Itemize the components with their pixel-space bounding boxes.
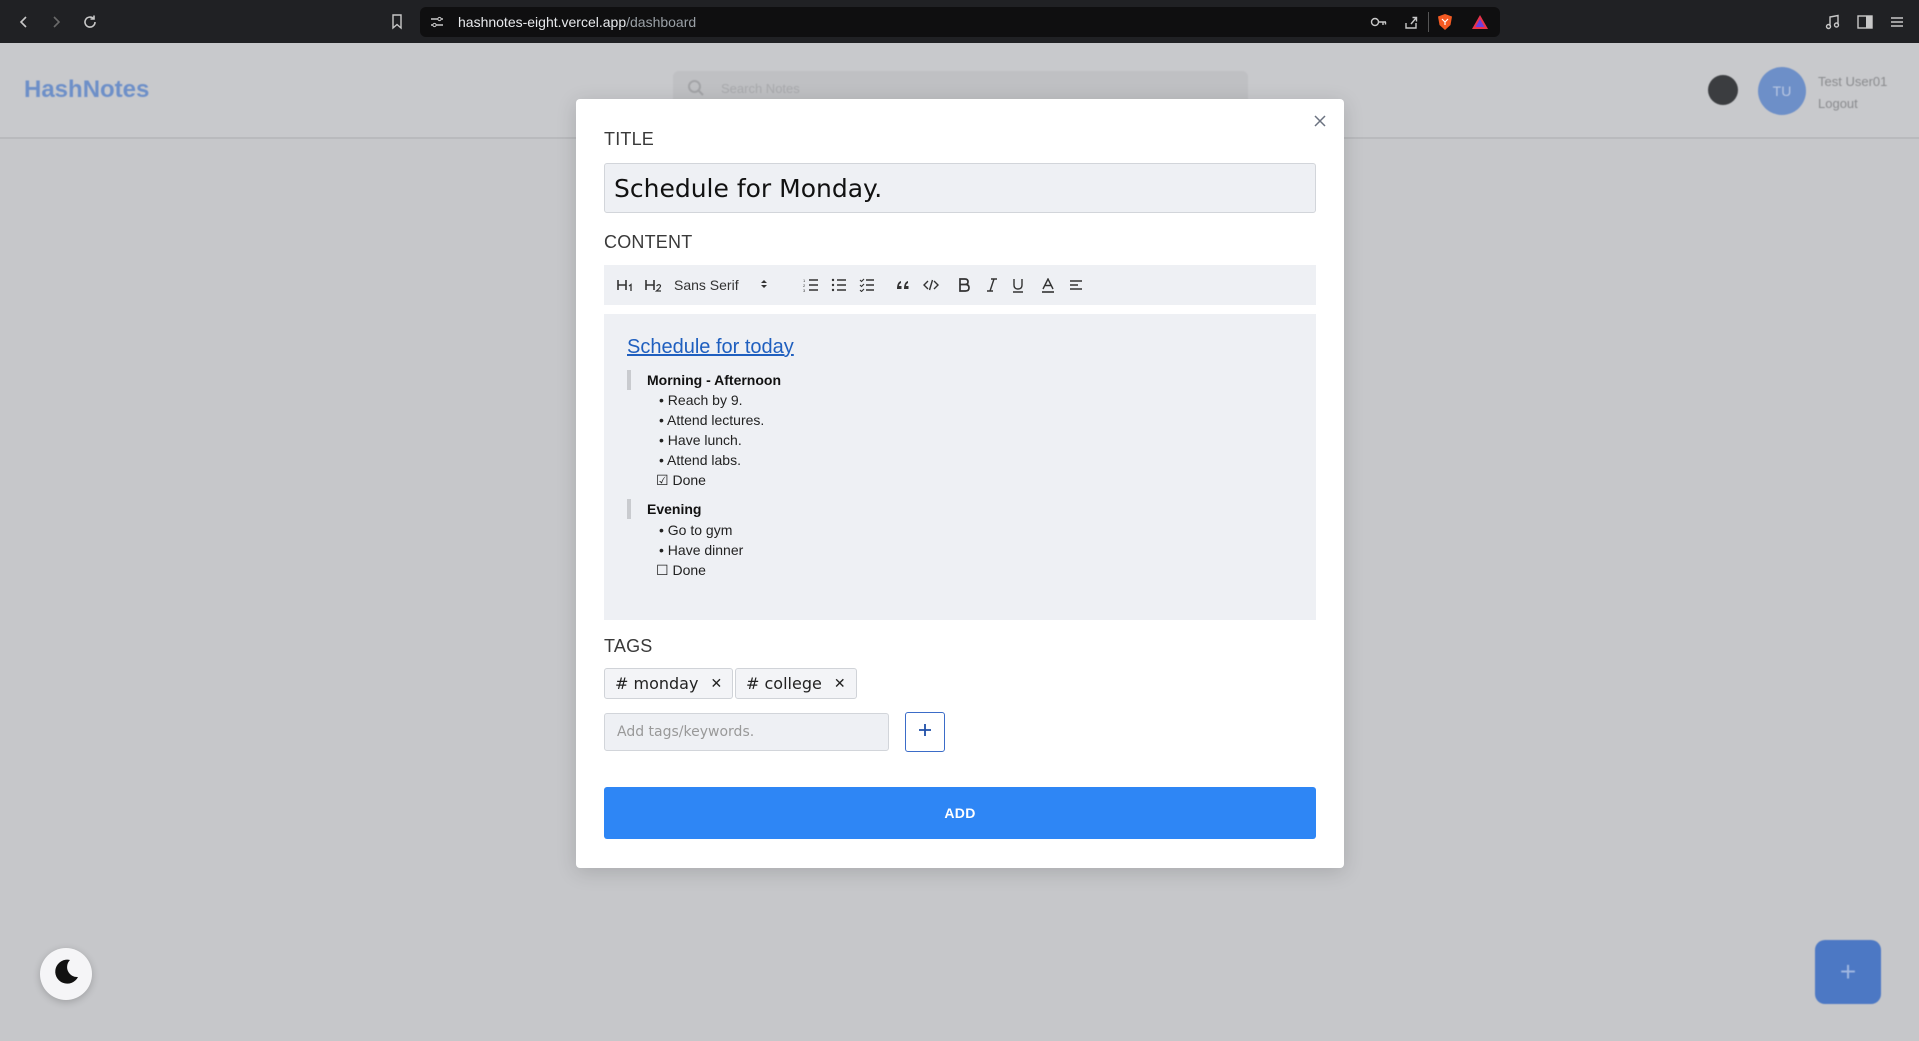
menu-icon[interactable] — [1885, 10, 1909, 34]
heading2-icon[interactable] — [644, 275, 664, 295]
checkbox-checked-icon[interactable]: ☑ — [656, 472, 669, 488]
logout-link[interactable]: Logout — [1818, 93, 1887, 115]
remove-tag-icon[interactable]: ✕ — [710, 676, 722, 692]
reload-icon[interactable] — [78, 10, 102, 34]
tag-label: # monday — [615, 674, 699, 693]
add-note-fab[interactable]: + — [1815, 940, 1881, 1004]
italic-icon[interactable] — [984, 275, 1000, 295]
tag-input[interactable]: Add tags/keywords. — [604, 713, 889, 751]
add-tag-button[interactable] — [905, 712, 945, 752]
bullet-list-icon[interactable] — [830, 275, 848, 295]
share-icon[interactable] — [1403, 14, 1419, 35]
blockquote-icon[interactable] — [894, 275, 912, 295]
tags-label: TAGS — [604, 636, 653, 656]
avatar[interactable]: TU — [1758, 67, 1806, 115]
github-icon[interactable] — [1708, 75, 1738, 105]
media-icon[interactable] — [1820, 10, 1844, 34]
bold-icon[interactable] — [956, 275, 972, 295]
checkbox-unchecked-icon[interactable]: ☐ — [656, 562, 669, 578]
address-bar[interactable]: hashnotes-eight.vercel.app/dashboard — [420, 7, 1500, 37]
list-item: • Attend labs. — [659, 452, 741, 468]
text-color-icon[interactable] — [1040, 275, 1056, 295]
checklist-item[interactable]: ☐ Done — [656, 560, 706, 580]
remove-tag-icon[interactable]: ✕ — [834, 676, 846, 692]
note-modal: TITLE Schedule for Monday. CONTENT Sans … — [576, 99, 1344, 868]
list-item: • Have dinner — [659, 542, 744, 558]
list-item: • Reach by 9. — [659, 392, 743, 408]
url-text: hashnotes-eight.vercel.app/dashboard — [458, 14, 697, 30]
heading1-icon[interactable] — [616, 275, 636, 295]
checklist-item[interactable]: ☑ Done — [656, 470, 706, 490]
browser-toolbar: hashnotes-eight.vercel.app/dashboard — [0, 0, 1919, 43]
tag-chip: # monday ✕ — [604, 668, 734, 699]
user-info: Test User01 Logout — [1818, 71, 1887, 115]
font-select[interactable]: Sans Serif — [674, 275, 767, 295]
ordered-list-icon[interactable]: 123 — [802, 275, 820, 295]
list-item: • Go to gym — [659, 522, 733, 538]
forward-icon[interactable] — [44, 10, 68, 34]
editor-heading-link[interactable]: Schedule for today — [627, 336, 794, 359]
moon-icon — [51, 957, 81, 992]
key-icon[interactable] — [1370, 15, 1388, 34]
close-icon[interactable] — [1310, 111, 1330, 131]
sidebar-icon[interactable] — [1853, 10, 1877, 34]
tag-label: # college — [746, 674, 822, 693]
back-icon[interactable] — [12, 10, 36, 34]
search-placeholder: Search Notes — [721, 81, 800, 96]
content-label: CONTENT — [604, 232, 693, 252]
plus-icon — [917, 722, 933, 743]
brave-shield-icon[interactable] — [1436, 13, 1454, 36]
theme-toggle-button[interactable] — [40, 948, 92, 1000]
checklist-icon[interactable] — [858, 275, 876, 295]
section-title: Evening — [627, 499, 701, 519]
align-icon[interactable] — [1068, 275, 1084, 295]
underline-icon[interactable] — [1010, 275, 1026, 295]
list-item: • Have lunch. — [659, 432, 742, 448]
section-title: Morning - Afternoon — [627, 370, 781, 390]
site-settings-icon[interactable] — [430, 15, 444, 34]
font-select-value: Sans Serif — [674, 277, 739, 293]
tag-chip: # college ✕ — [735, 668, 857, 699]
title-input[interactable]: Schedule for Monday. — [604, 163, 1316, 213]
user-name: Test User01 — [1818, 74, 1888, 89]
code-icon[interactable] — [922, 275, 940, 295]
content-editor[interactable]: Schedule for today Morning - Afternoon •… — [604, 314, 1316, 620]
brave-rewards-icon[interactable] — [1471, 13, 1489, 36]
add-note-button[interactable]: ADD — [604, 787, 1316, 839]
title-label: TITLE — [604, 129, 655, 149]
bookmark-icon[interactable] — [385, 10, 409, 34]
editor-toolbar: Sans Serif 123 — [604, 265, 1316, 305]
svg-text:3: 3 — [803, 288, 806, 292]
brand-logo[interactable]: HashNotes — [24, 76, 149, 104]
list-item: • Attend lectures. — [659, 412, 765, 428]
select-arrows-icon — [760, 277, 768, 293]
